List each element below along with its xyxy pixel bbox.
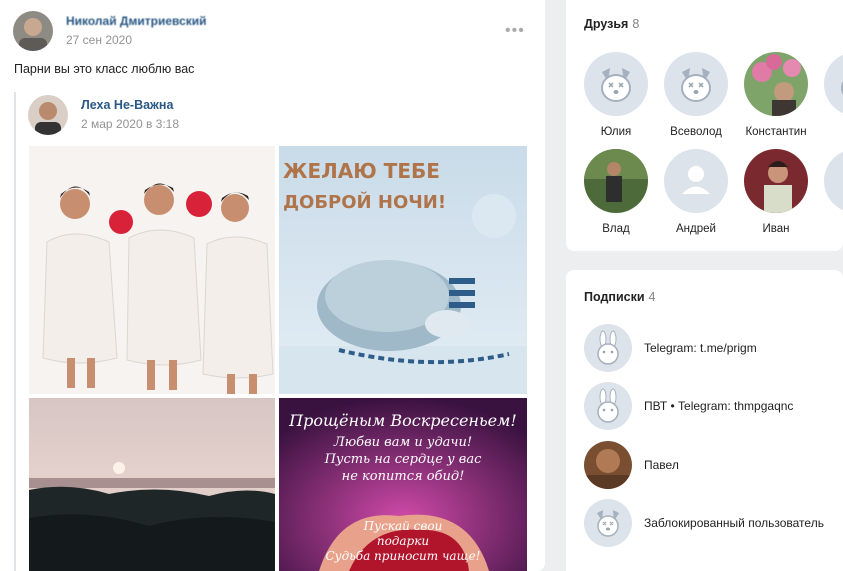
friends-header[interactable]: Друзья 8 [584,17,639,31]
subscription-item[interactable]: Telegram: t.me/prigm [584,324,843,376]
deleted-dog-icon [584,52,648,116]
subscription-item[interactable]: Заблокированный пользователь [584,499,843,551]
deleted-dog-icon [584,499,632,547]
post-date[interactable]: 27 сен 2020 [66,33,132,47]
photo-forgiveness-sunday[interactable]: Прощёным Воскресеньем! Любви вам и удачи… [279,398,527,571]
friend-name: Всеволод [670,126,722,138]
more-options-icon[interactable]: ••• [505,22,525,40]
friend-vsevolod[interactable]: Всеволод [656,52,736,138]
subscriptions-block: Подписки 4 Telegram: t.me/prigm ПВТ • Tel… [566,270,843,571]
subscription-name: ПВТ • Telegram: thmpgaqnc [644,399,794,413]
friend-name: Андрей [676,223,716,235]
friend-partial-2[interactable] [816,149,843,223]
post-text: Парни вы это класс люблю вас [14,62,195,76]
sunday-line-6: подарки [377,534,429,548]
community-rabbit-icon [584,382,632,430]
friend-photo [744,52,808,116]
good-night-line-1: ЖЕЛАЮ ТЕБЕ [283,159,440,183]
author-avatar[interactable] [13,11,53,51]
author-name[interactable]: Николай Дмитриевский [66,14,207,28]
friend-name: Юлия [600,126,632,138]
subscription-name: Telegram: t.me/prigm [644,341,757,355]
repost-author-name[interactable]: Леха Не-Важна [81,98,173,112]
friend-photo [584,149,648,213]
friend-vlad[interactable]: Влад [576,149,656,235]
repost-author-avatar[interactable] [28,95,68,135]
good-night-line-2: ДОБРОЙ НОЧИ! [283,191,446,213]
friend-name: Константин [745,126,807,138]
subscriptions-title: Подписки [584,290,645,304]
photo-men-in-fur[interactable] [29,146,275,394]
subscription-item[interactable]: ПВТ • Telegram: thmpgaqnc [584,382,843,434]
friends-block: Друзья8 Юлия Всеволод Константин Ба Влад [566,0,843,251]
deleted-dog-icon [664,52,728,116]
friend-andrey[interactable]: Андрей [656,149,736,235]
friend-name: Ба [816,126,843,138]
friend-partial[interactable]: Ба [816,52,843,138]
community-rabbit-icon [584,324,632,372]
subscription-name: Заблокированный пользователь [644,516,824,530]
friends-count: 8 [632,17,640,31]
sunday-line-4: не копится обид! [342,469,465,484]
friend-konstantin[interactable]: Константин [736,52,816,138]
friend-name: Влад [602,223,630,235]
friends-title: Друзья [584,17,629,31]
default-user-icon [664,149,728,213]
repost-date[interactable]: 2 мар 2020 в 3:18 [81,117,179,131]
friend-photo [744,149,808,213]
default-user-icon [824,149,843,213]
subscriptions-header[interactable]: Подписки 4 [584,290,655,304]
friend-ivan[interactable]: Иван [736,149,816,235]
subscriptions-count: 4 [648,290,656,304]
subscription-item[interactable]: Павел [584,441,843,493]
friend-yulia[interactable]: Юлия [576,52,656,138]
subscription-name: Павел [644,458,679,472]
wall-post: Николай Дмитриевский 27 сен 2020 ••• Пар… [0,0,545,571]
subscription-photo [584,441,632,489]
deleted-dog-icon [824,52,843,116]
sunday-line-1: Прощёным Воскресеньем! [288,411,517,430]
sunday-line-5: Пускай свои [363,519,443,533]
sunday-line-7: Судьба приносит чаще! [325,549,480,563]
photo-good-night-sheep[interactable]: ЖЕЛАЮ ТЕБЕ ДОБРОЙ НОЧИ! [279,146,527,394]
friend-name: Иван [762,223,790,235]
sunday-line-3: Пусть на сердце у вас [324,452,483,467]
photo-sunset[interactable] [29,398,275,571]
repost-divider [14,92,16,571]
sunday-line-2: Любви вам и удачи! [333,435,472,450]
